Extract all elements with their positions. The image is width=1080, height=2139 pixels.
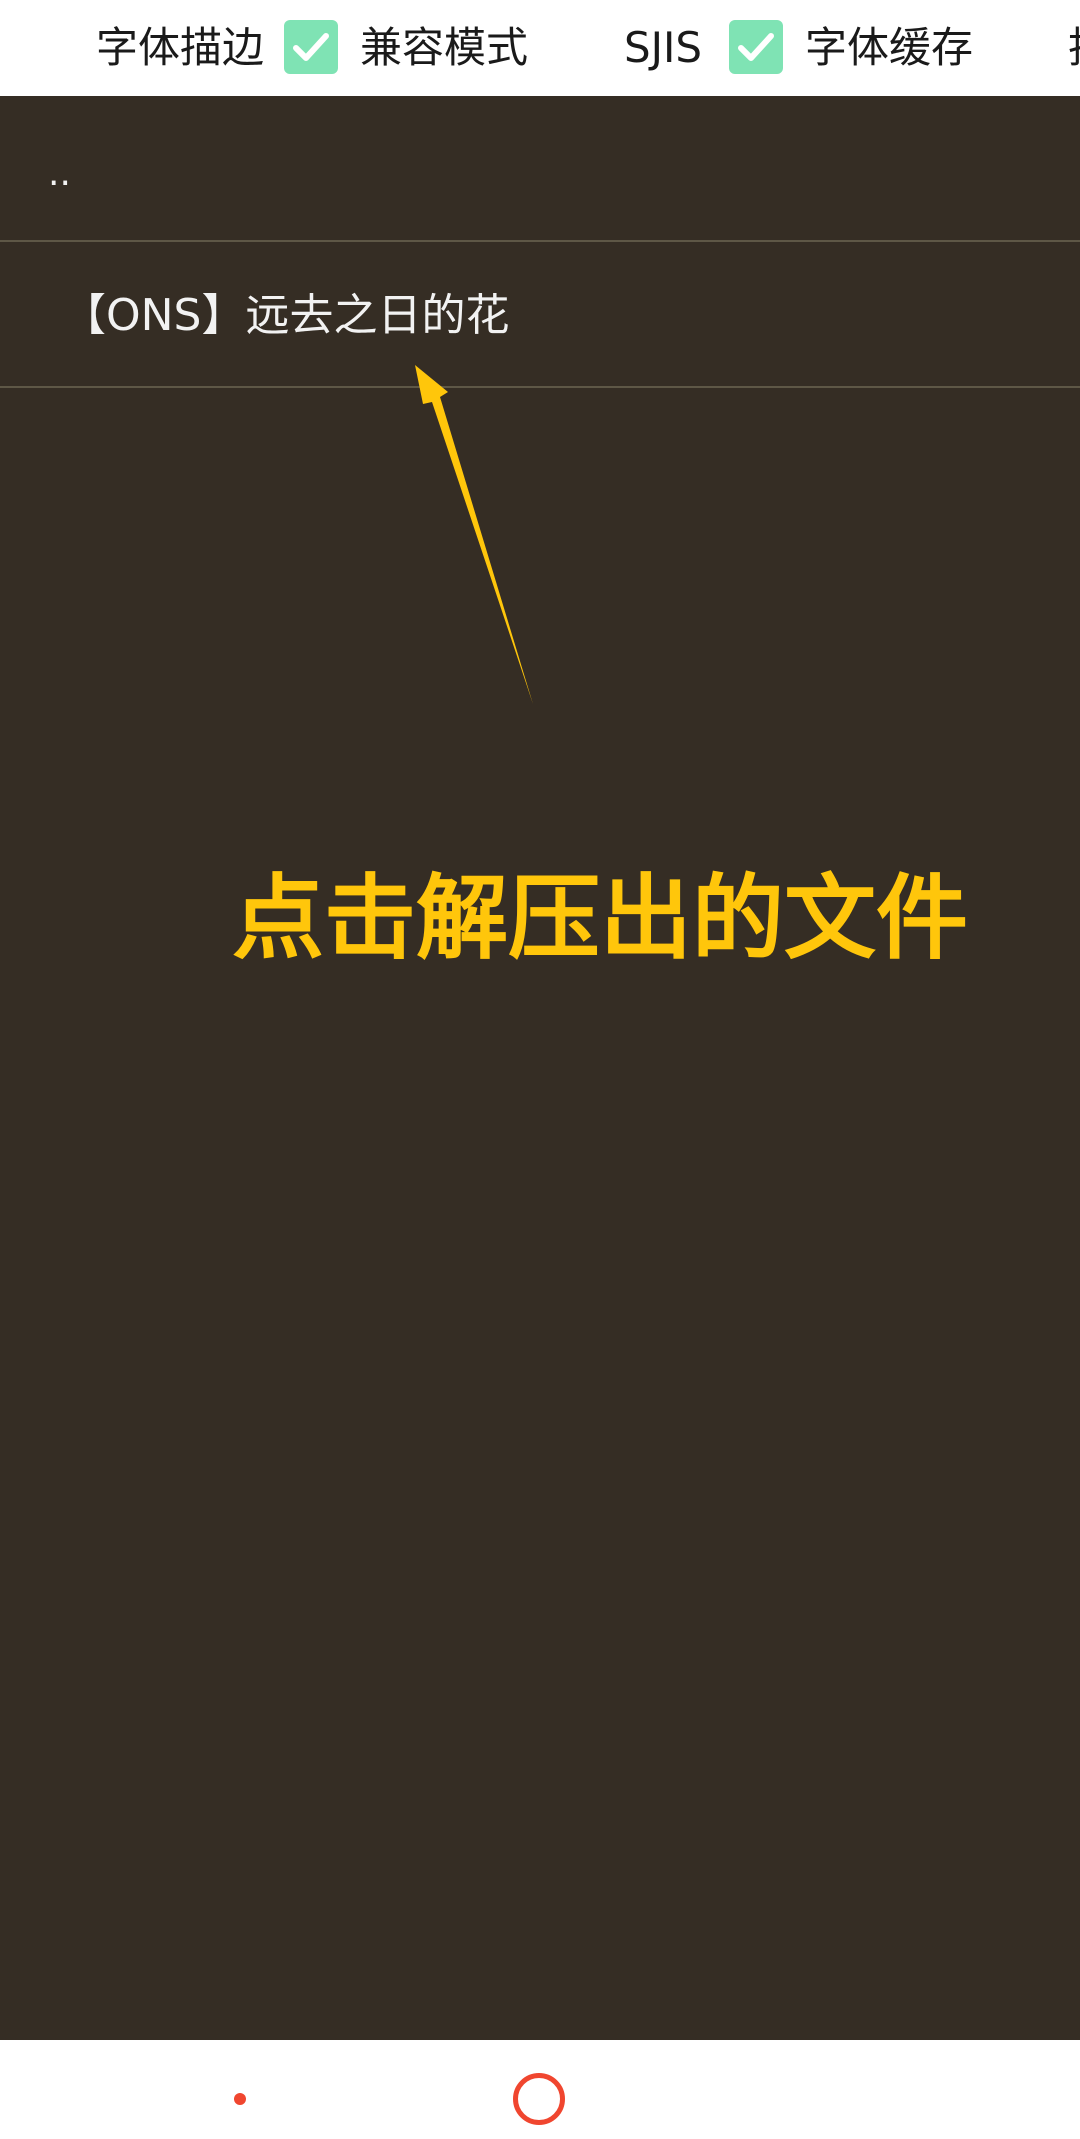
checkmark-icon — [293, 33, 329, 61]
home-circle-icon[interactable] — [513, 2073, 565, 2125]
font-outline-label[interactable]: 字体描边 — [96, 14, 264, 82]
navigation-bar — [0, 2040, 1080, 2139]
font-cache-label[interactable]: 字体缓存 — [805, 14, 973, 82]
options-bar: 字体描边 兼容模式 SJIS 字体缓存 抖 — [0, 0, 1080, 96]
compat-mode-label[interactable]: 兼容模式 — [360, 14, 528, 82]
annotation-text: 点击解压出的文件 — [232, 865, 969, 972]
nav-dot-icon[interactable] — [234, 2093, 246, 2105]
annotation-arrow-icon — [415, 365, 533, 704]
sjis-label[interactable]: SJIS — [624, 14, 702, 82]
sjis-checkbox[interactable] — [729, 20, 783, 74]
compat-mode-checkbox[interactable] — [284, 20, 338, 74]
checkmark-icon — [738, 33, 774, 61]
truncated-option-label[interactable]: 抖 — [1068, 14, 1080, 82]
file-browser: .. 【ONS】远去之日的花 点击解压出的文件 — [0, 96, 1080, 2040]
